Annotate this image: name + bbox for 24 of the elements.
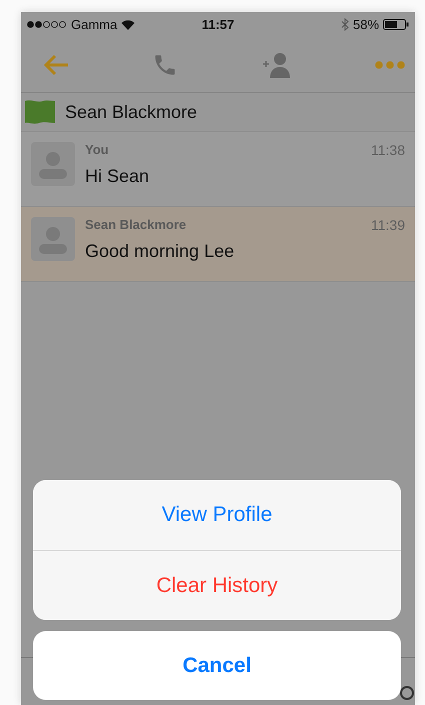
message-text: Good morning Lee: [85, 241, 236, 262]
signal-icon: [27, 21, 67, 28]
battery-percent: 58%: [352, 17, 380, 32]
sender-name: Sean Blackmore: [85, 217, 186, 232]
sender-name: You: [85, 142, 109, 157]
avatar-icon: [31, 217, 75, 261]
action-button[interactable]: Clear History: [33, 550, 401, 620]
add-contact-icon[interactable]: [262, 52, 292, 78]
flag-icon: [25, 100, 55, 124]
bluetooth-icon: [340, 18, 349, 31]
back-arrow-icon[interactable]: [43, 54, 69, 76]
message-row[interactable]: Sean Blackmore 11:39 Good morning Lee: [21, 207, 415, 282]
battery-icon: [383, 19, 410, 30]
message-text: Hi Sean: [85, 166, 150, 187]
message-row[interactable]: You 11:38 Hi Sean: [21, 132, 415, 207]
wifi-icon: [121, 19, 136, 30]
cancel-button[interactable]: Cancel: [33, 631, 401, 700]
status-time: 11:57: [202, 17, 234, 32]
message-time: 11:39: [371, 217, 405, 233]
message-time: 11:38: [371, 142, 405, 158]
more-icon[interactable]: [374, 60, 405, 68]
carrier-name: Gamma: [71, 17, 118, 32]
avatar-icon: [31, 142, 75, 186]
contact-name: Sean Blackmore: [65, 102, 198, 122]
